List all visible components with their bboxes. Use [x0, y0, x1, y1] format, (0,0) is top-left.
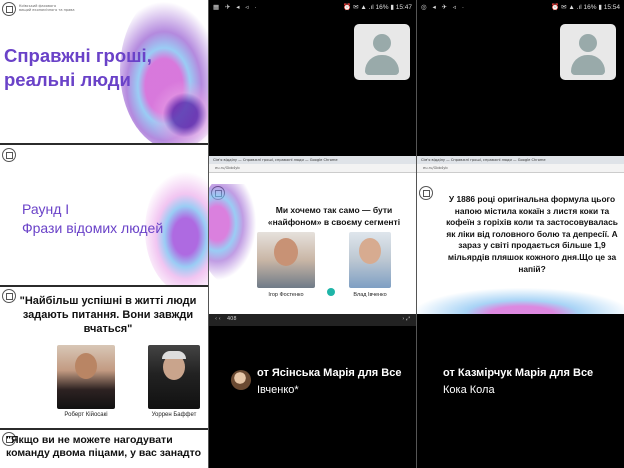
photo-buffett: [148, 345, 200, 409]
message-sender: от Ясінська Марія для Все: [257, 367, 402, 379]
shared-question: У 1886 році оригінальна формула цього на…: [446, 194, 618, 274]
pointer-dot-icon: [327, 288, 335, 296]
phone-screen-2: ◎ ◂ ✈ ◃ · ⏰ ✉ ▲ .ıl 16% ▮ 15:54 Сім'я ві…: [417, 0, 624, 468]
browser-title-bar: Сім'я відділу — Справжні гроші, справжні…: [209, 156, 416, 164]
logo-caption: Київський фахового вищий економічного та…: [19, 4, 75, 12]
screen-share-window[interactable]: Сім'я відділу — Справжні гроші, справжні…: [417, 156, 624, 326]
slide-title: Київський фахового вищий економічного та…: [0, 0, 208, 143]
browser-title-bar: Сім'я відділу — Справжні гроші, справжні…: [417, 156, 624, 164]
sender-avatar: [231, 370, 251, 390]
message-text: Кока Кола: [443, 384, 495, 396]
college-logo-icon: [419, 186, 433, 200]
status-icons-right: ⏰ ✉ ▲ .ıl 16% ▮ 15:54: [551, 4, 620, 11]
screen-share-window[interactable]: Сім'я відділу — Справжні гроші, справжні…: [209, 156, 416, 326]
status-icons-left: ▦ ✈ ◂ ◃ ·: [213, 4, 259, 11]
logo-caption-line2: вищий економічного та права: [19, 8, 75, 12]
participant-avatar-icon[interactable]: [354, 24, 410, 80]
caption-ivchenko: Влад Івченко: [353, 292, 387, 298]
shared-slide: Ми хочемо так само — бути «найфоном» в с…: [209, 184, 416, 316]
slides-column: Київський фахового вищий економічного та…: [0, 0, 208, 468]
caption-fostenko: Ігор Фостенко: [268, 292, 304, 298]
college-logo-icon: [2, 148, 16, 162]
slide-round-one: Раунд I Фрази відомих людей: [0, 145, 208, 285]
presentation-controls: [417, 314, 624, 326]
prev-slide-button[interactable]: ‹ ‹: [215, 316, 221, 322]
status-icons-right: ⏰ ✉ ▲ .ıl 16% ▮ 15:47: [343, 4, 412, 11]
quote-text: "Найбільш успішні в житті люди задають п…: [19, 295, 197, 335]
participant-avatar-icon[interactable]: [560, 24, 616, 80]
decorative-swirl: [209, 184, 259, 284]
photo-kiyosaki: [57, 345, 115, 409]
caption-buffett: Уоррен Баффет: [151, 412, 197, 418]
presentation-controls: ‹ ‹ 408 › ⤢: [209, 314, 416, 326]
slide-quote-bezos: "Якщо ви не можете нагодувати команду дв…: [0, 430, 208, 468]
shared-slide: У 1886 році оригінальна формула цього на…: [417, 184, 624, 316]
slide-title-text: Справжні гроші, реальні люди: [4, 45, 152, 90]
decorative-swirl: [417, 284, 624, 316]
status-icons-left: ◎ ◂ ✈ ◃ ·: [421, 4, 467, 11]
photo-ivchenko: [349, 232, 391, 288]
browser-url-bar[interactable]: eu.ru/Gbb4yb: [209, 164, 416, 173]
status-bar: ◎ ◂ ✈ ◃ · ⏰ ✉ ▲ .ıl 16% ▮ 15:54: [417, 0, 624, 14]
college-logo-icon: [2, 2, 16, 16]
round-title-line1: Раунд I: [22, 201, 70, 217]
quote-text: "Якщо ви не можете нагодувати команду дв…: [6, 434, 201, 459]
photo-fostenko: [257, 232, 315, 288]
round-title-line2: Фрази відомих людей: [22, 220, 164, 236]
shared-quote: Ми хочемо так само — бути «найфоном» в с…: [267, 205, 401, 227]
message-text: Івченко*: [257, 384, 299, 396]
browser-url-bar[interactable]: eu.ru/Gbb4yb: [417, 164, 624, 173]
phone-screen-1: ▦ ✈ ◂ ◃ · ⏰ ✉ ▲ .ıl 16% ▮ 15:47 Сім'я ві…: [209, 0, 416, 468]
round-title: Раунд I Фрази відомих людей: [22, 200, 163, 238]
message-sender: от Казмірчук Марія для Все: [443, 367, 594, 379]
status-bar: ▦ ✈ ◂ ◃ · ⏰ ✉ ▲ .ıl 16% ▮ 15:47: [209, 0, 416, 14]
next-fullscreen-button[interactable]: › ⤢: [402, 316, 410, 322]
slide-number: 408: [227, 316, 237, 322]
slide-quote-kiyosaki: "Найбільш успішні в житті люди задають п…: [0, 287, 208, 428]
caption-kiyosaki: Роберт Кійосакі: [64, 412, 108, 418]
